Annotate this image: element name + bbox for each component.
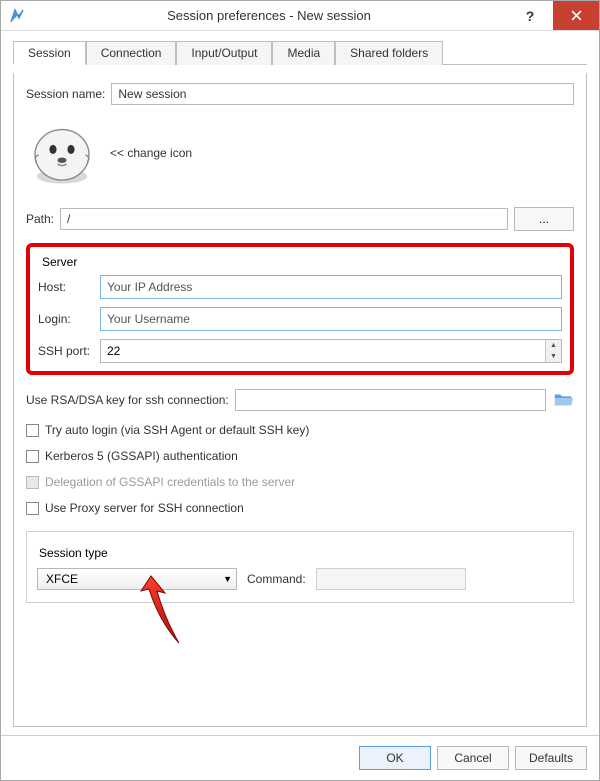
window: Session preferences - New session ? Sess… — [0, 0, 600, 781]
tab-shared[interactable]: Shared folders — [335, 41, 443, 65]
path-row: Path: ... — [26, 207, 574, 231]
session-type-select[interactable]: XFCE ▼ — [37, 568, 237, 590]
session-name-input[interactable] — [111, 83, 574, 105]
host-row: Host: — [38, 275, 562, 299]
session-type-legend: Session type — [35, 546, 112, 560]
tab-connection[interactable]: Connection — [86, 41, 177, 65]
change-icon-label[interactable]: << change icon — [110, 146, 192, 160]
delegation-checkbox — [26, 476, 39, 489]
close-button[interactable] — [553, 1, 599, 30]
spacer — [26, 611, 574, 716]
ok-button[interactable]: OK — [359, 746, 431, 770]
path-input[interactable] — [60, 208, 508, 230]
icon-row: << change icon — [26, 113, 574, 199]
cancel-button[interactable]: Cancel — [437, 746, 509, 770]
tab-io[interactable]: Input/Output — [176, 41, 272, 65]
login-input[interactable] — [100, 307, 562, 331]
footer: OK Cancel Defaults — [1, 735, 599, 780]
host-input[interactable] — [100, 275, 562, 299]
autologin-checkbox[interactable] — [26, 424, 39, 437]
titlebar-controls: ? — [507, 1, 599, 30]
path-label: Path: — [26, 212, 54, 226]
session-name-label: Session name: — [26, 87, 105, 101]
tab-session[interactable]: Session — [13, 41, 86, 65]
server-fieldset-highlight: Server Host: Login: SSH port: ▲ ▼ — [26, 243, 574, 375]
session-type-row: XFCE ▼ Command: — [37, 568, 563, 590]
session-type-value: XFCE — [46, 572, 78, 586]
rsa-input[interactable] — [235, 389, 546, 411]
server-legend: Server — [38, 255, 81, 269]
titlebar: Session preferences - New session ? — [1, 1, 599, 31]
tab-media[interactable]: Media — [272, 41, 335, 65]
spin-down-icon[interactable]: ▼ — [546, 351, 561, 362]
chevron-down-icon: ▼ — [223, 574, 232, 584]
spin-buttons[interactable]: ▲ ▼ — [545, 340, 561, 362]
rsa-label: Use RSA/DSA key for ssh connection: — [26, 393, 229, 407]
login-row: Login: — [38, 307, 562, 331]
delegation-row: Delegation of GSSAPI credentials to the … — [26, 475, 574, 489]
tab-body: Session name: << change icon Path: — [13, 73, 587, 727]
command-input — [316, 568, 466, 590]
proxy-row[interactable]: Use Proxy server for SSH connection — [26, 501, 574, 515]
content: Session Connection Input/Output Media Sh… — [1, 31, 599, 735]
autologin-label: Try auto login (via SSH Agent or default… — [45, 423, 309, 437]
login-label: Login: — [38, 312, 94, 326]
proxy-label: Use Proxy server for SSH connection — [45, 501, 244, 515]
folder-open-icon[interactable] — [552, 389, 574, 411]
session-icon[interactable] — [26, 117, 98, 189]
path-browse-button[interactable]: ... — [514, 207, 574, 231]
tabs: Session Connection Input/Output Media Sh… — [13, 41, 587, 65]
kerberos-label: Kerberos 5 (GSSAPI) authentication — [45, 449, 238, 463]
delegation-label: Delegation of GSSAPI credentials to the … — [45, 475, 295, 489]
close-icon — [571, 10, 582, 21]
host-label: Host: — [38, 280, 94, 294]
command-label: Command: — [247, 572, 306, 586]
defaults-button[interactable]: Defaults — [515, 746, 587, 770]
autologin-row[interactable]: Try auto login (via SSH Agent or default… — [26, 423, 574, 437]
app-icon — [9, 8, 25, 24]
sshport-input[interactable] — [101, 340, 545, 362]
window-title: Session preferences - New session — [31, 8, 507, 23]
sshport-row: SSH port: ▲ ▼ — [38, 339, 562, 363]
session-type-fieldset: Session type XFCE ▼ Command: — [26, 531, 574, 603]
sshport-label: SSH port: — [38, 344, 94, 358]
spin-up-icon[interactable]: ▲ — [546, 340, 561, 351]
sshport-spinner[interactable]: ▲ ▼ — [100, 339, 562, 363]
kerberos-row[interactable]: Kerberos 5 (GSSAPI) authentication — [26, 449, 574, 463]
proxy-checkbox[interactable] — [26, 502, 39, 515]
rsa-row: Use RSA/DSA key for ssh connection: — [26, 389, 574, 411]
session-name-row: Session name: — [26, 83, 574, 105]
kerberos-checkbox[interactable] — [26, 450, 39, 463]
help-button[interactable]: ? — [507, 1, 553, 30]
